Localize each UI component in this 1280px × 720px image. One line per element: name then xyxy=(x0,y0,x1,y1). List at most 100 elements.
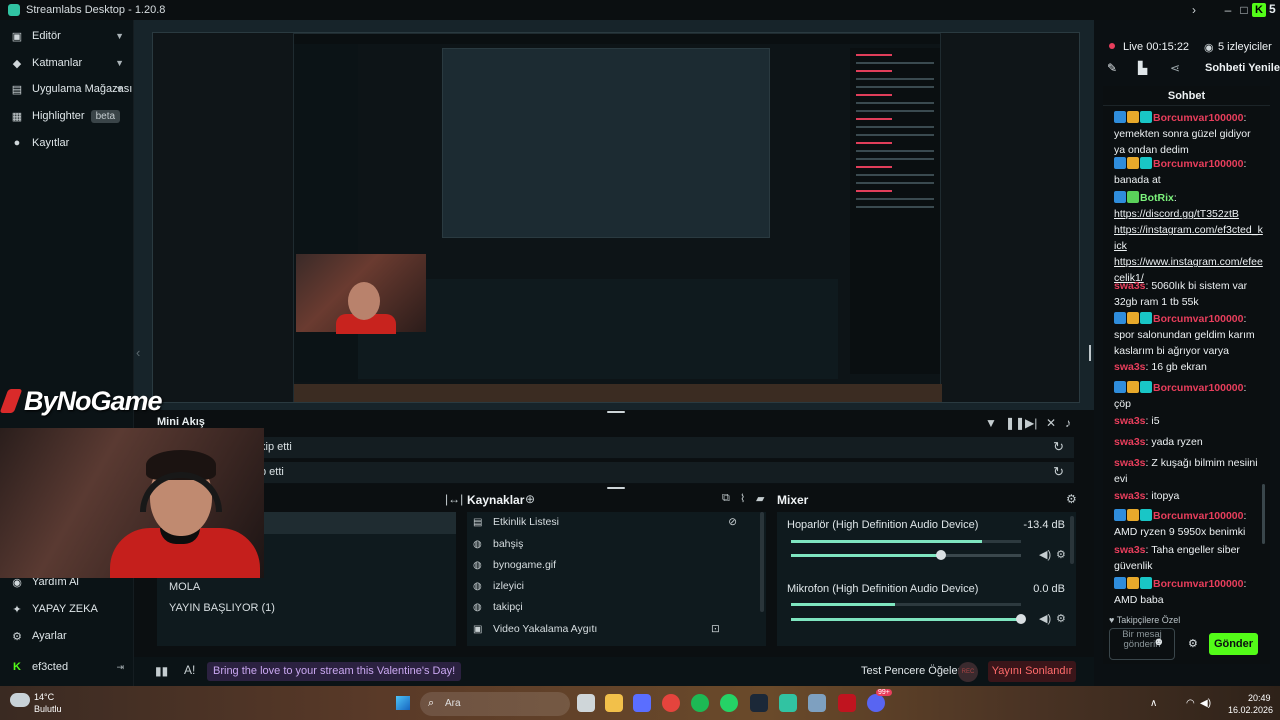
file-explorer-icon[interactable] xyxy=(605,694,623,712)
chrome-icon[interactable] xyxy=(662,694,680,712)
add-source-icon[interactable]: ⊕ xyxy=(525,492,535,506)
sidebar-item-settings[interactable]: ⚙ Ayarlar xyxy=(0,624,134,648)
pause-icon[interactable]: ❚❚ xyxy=(1005,416,1025,430)
discord-icon[interactable] xyxy=(867,694,885,712)
app-icon[interactable] xyxy=(808,694,826,712)
chat-username[interactable]: Borcumvar100000 xyxy=(1153,578,1243,590)
spotify-icon[interactable] xyxy=(691,694,709,712)
rec-button[interactable]: REC xyxy=(958,662,978,682)
chevron-up-icon[interactable]: ∧ xyxy=(1150,698,1157,709)
source-item[interactable]: ◍ izleyici xyxy=(473,580,524,592)
refresh-icon[interactable]: ↻ xyxy=(1053,464,1064,480)
collapse-icon[interactable]: |↔| xyxy=(445,492,463,506)
logout-icon[interactable]: ⇥ xyxy=(116,662,124,673)
popout-icon[interactable]: ▙ xyxy=(1138,61,1147,75)
recordings-icon: ● xyxy=(13,137,21,149)
drag-handle[interactable] xyxy=(607,487,625,489)
speaker-icon[interactable]: ◀) xyxy=(1039,548,1051,561)
task-view-icon[interactable] xyxy=(577,694,595,712)
chevron-down-icon[interactable]: ▼ xyxy=(115,84,124,94)
sidebar-item-layers[interactable]: ◆ Katmanlar ▼ xyxy=(0,51,134,75)
chat-username[interactable]: Borcumvar100000 xyxy=(1153,313,1243,325)
volume-icon[interactable]: ◀) xyxy=(1200,698,1211,709)
chevron-down-icon[interactable]: ▼ xyxy=(115,31,124,41)
streamlabs-icon[interactable] xyxy=(779,694,797,712)
end-stream-button[interactable]: Yayını Sonlandır xyxy=(988,661,1076,682)
windows-start-icon[interactable] xyxy=(396,696,410,710)
stats-icon[interactable]: ▮▮ xyxy=(155,664,168,678)
emoji-icon[interactable]: ☻ xyxy=(1153,636,1165,648)
gear-icon[interactable]: ⚙ xyxy=(1056,612,1066,625)
chat-username[interactable]: Borcumvar100000 xyxy=(1153,510,1243,522)
wifi-icon[interactable]: ◠ xyxy=(1186,698,1195,709)
sidebar-item-recordings[interactable]: ● Kayıtlar xyxy=(0,131,134,155)
sidebar-item-editor[interactable]: ▣ Editör ▼ xyxy=(0,24,134,48)
test-widgets-button[interactable]: Test Pencere Öğeleri xyxy=(861,665,964,677)
chat-username[interactable]: swa3s xyxy=(1114,361,1146,373)
kick-icon[interactable]: K xyxy=(1252,3,1266,17)
scene-item[interactable]: YAYIN BAŞLIYOR (1) xyxy=(169,602,275,614)
share-icon[interactable]: ⋖ xyxy=(1170,61,1180,75)
whatsapp-icon[interactable] xyxy=(720,694,738,712)
filter-icon[interactable]: ▼ xyxy=(985,416,997,430)
steam-icon[interactable] xyxy=(750,694,768,712)
chevron-left-icon[interactable]: ‹ xyxy=(136,345,140,360)
gear-icon[interactable]: ⚙ xyxy=(1188,637,1198,650)
send-button[interactable]: Gönder xyxy=(1209,633,1258,655)
chat-username[interactable]: BotRix xyxy=(1140,192,1174,204)
chat-username[interactable]: swa3s xyxy=(1114,490,1146,502)
sidebar-item-account[interactable]: K ef3cted ⇥ xyxy=(0,655,134,679)
source-item[interactable]: ▤ Etkinlik Listesi ⊘ xyxy=(473,516,761,528)
app-icon[interactable] xyxy=(633,694,651,712)
refresh-chat-button[interactable]: Sohbeti Yenile xyxy=(1205,62,1280,74)
sidebar-item-app-store[interactable]: ▤ Uygulama Mağazası ▼ xyxy=(0,77,134,101)
chevron-right-icon[interactable]: › xyxy=(1184,0,1204,20)
skip-icon[interactable]: ▶| xyxy=(1025,416,1037,430)
chevron-down-icon[interactable]: ▼ xyxy=(115,58,124,68)
edit-icon[interactable]: ✎ xyxy=(1107,61,1117,75)
chat-username[interactable]: swa3s xyxy=(1114,415,1146,427)
chat-username[interactable]: swa3s xyxy=(1114,436,1146,448)
resize-handle[interactable] xyxy=(1089,345,1091,361)
chat-link[interactable]: https://discord.gg/tT352ztB xyxy=(1114,206,1264,222)
source-item[interactable]: ◍ bynogame.gif xyxy=(473,559,556,571)
chat-username[interactable]: swa3s xyxy=(1114,544,1146,556)
folder-icon[interactable]: ▰ xyxy=(756,492,764,505)
promo-banner[interactable]: Bring the love to your stream this Valen… xyxy=(207,662,462,681)
sidebar-item-ai[interactable]: ✦ YAPAY ZEKA xyxy=(0,597,134,621)
maximize-button[interactable]: □ xyxy=(1234,0,1254,20)
user-badges xyxy=(1114,156,1153,172)
drag-handle[interactable] xyxy=(607,411,625,413)
scene-item[interactable]: MOLA xyxy=(169,581,200,593)
app-icon[interactable] xyxy=(838,694,856,712)
audio-icon[interactable]: ⌇ xyxy=(740,492,745,505)
copy-icon[interactable]: ⧉ xyxy=(722,492,730,505)
stream-preview[interactable] xyxy=(152,32,1080,403)
source-item[interactable]: ▣ Video Yakalama Aygıtı ⊡ xyxy=(473,623,761,635)
taskbar-search[interactable]: ⌕ Ara xyxy=(420,692,570,716)
gear-icon[interactable]: ⚙ xyxy=(1066,492,1077,506)
source-item[interactable]: ◍ takipçi xyxy=(473,601,523,613)
refresh-icon[interactable]: ↻ xyxy=(1053,439,1064,455)
source-item[interactable]: ◍ bahşiş xyxy=(473,538,523,550)
chat-username[interactable]: swa3s xyxy=(1114,280,1146,292)
chat-username[interactable]: swa3s xyxy=(1114,457,1146,469)
chat-username[interactable]: Borcumvar100000 xyxy=(1153,382,1243,394)
chat-link[interactable]: https://instagram.com/ef3cted_kick xyxy=(1114,222,1264,254)
volume-slider[interactable] xyxy=(791,614,1026,624)
lock-icon[interactable]: ⊡ xyxy=(711,623,720,635)
gear-icon[interactable]: ⚙ xyxy=(1056,548,1066,561)
volume-icon[interactable]: ♪ xyxy=(1065,416,1071,430)
mute-notifications-icon[interactable]: ✕ xyxy=(1046,416,1056,430)
hidden-eye-icon[interactable]: ⊘ xyxy=(728,516,737,528)
scrollbar[interactable] xyxy=(1070,516,1074,564)
chat-username[interactable]: Borcumvar100000 xyxy=(1153,158,1243,170)
volume-slider[interactable] xyxy=(791,550,1021,560)
user-badges xyxy=(1114,110,1153,126)
scrollbar[interactable] xyxy=(760,512,764,612)
speaker-icon[interactable]: ◀) xyxy=(1039,612,1051,625)
chat-username[interactable]: Borcumvar100000 xyxy=(1153,112,1243,124)
chat-input[interactable]: Bir mesaj gönderin xyxy=(1109,628,1175,660)
sidebar-item-highlighter[interactable]: ▦ Highlighter beta xyxy=(0,104,134,128)
alert-icon[interactable]: A! xyxy=(184,663,195,677)
